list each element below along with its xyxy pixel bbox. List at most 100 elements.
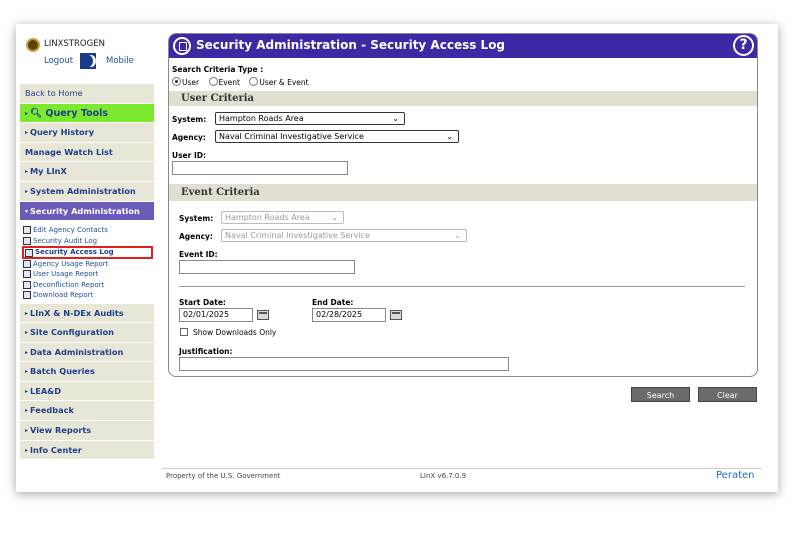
start-date-label: Start Date: — [179, 298, 226, 307]
radio-user-label: User — [182, 78, 200, 87]
event-system-label: System: — [179, 214, 214, 223]
end-date-input[interactable]: 02/28/2025 — [312, 308, 386, 322]
nav-info-center-label: Info Center — [30, 444, 82, 455]
sub-download-report[interactable]: Download Report — [22, 290, 154, 300]
nav-data-admin[interactable]: ▸ Data Administration — [20, 342, 154, 363]
nav-view-reports[interactable]: ▸ View Reports — [20, 421, 154, 441]
show-downloads-checkbox[interactable] — [180, 328, 188, 336]
user-criteria-header: User Criteria — [169, 91, 757, 106]
nav-query-tools[interactable]: ▸ 🔍︎ Query Tools — [20, 103, 154, 124]
calendar-icon[interactable] — [257, 310, 269, 320]
event-system-select: Hampton Roads Area ⌄ — [221, 211, 344, 224]
triangle-icon: ▸ — [25, 309, 29, 317]
sidebar: LINXSTROGEN Logout Mobile Back to Home ▸… — [20, 30, 154, 488]
clear-button[interactable]: Clear — [698, 387, 757, 402]
nav-lead[interactable]: ▸ LEA&D — [20, 381, 154, 402]
sub-security-audit-log[interactable]: Security Audit Log — [22, 236, 154, 246]
divider — [179, 286, 745, 287]
search-type-radios: User Event User & Event — [172, 77, 316, 87]
calendar-icon[interactable] — [390, 310, 402, 320]
search-type-label: Search Criteria Type : — [172, 65, 264, 74]
nav-my-linx-label: My LInX — [30, 166, 67, 177]
radio-user[interactable] — [172, 77, 181, 86]
event-agency-label: Agency: — [179, 232, 213, 241]
triangle-icon: ▸ — [25, 387, 29, 395]
triangle-icon: ▸ — [25, 368, 29, 376]
radio-user-event[interactable] — [249, 77, 259, 86]
nav-linx-audits[interactable]: ▸ LInX & N-DEx Audits — [20, 303, 154, 324]
nav-site-config-label: Site Configuration — [30, 327, 114, 338]
report-icon — [23, 291, 31, 300]
chevron-down-icon: ⌄ — [331, 213, 338, 222]
sub-edit-agency-contacts[interactable]: Edit Agency Contacts — [22, 225, 154, 235]
sub-agency-usage-report[interactable]: Agency Usage Report — [22, 259, 154, 269]
triangle-icon: ▸ — [25, 348, 29, 356]
nav-my-linx[interactable]: ▸ My LInX — [20, 162, 154, 182]
nav-back-home[interactable]: Back to Home — [20, 84, 154, 104]
agency-select[interactable]: Naval Criminal Investigative Service ⌄ — [215, 130, 459, 143]
sub-label: Edit Agency Contacts — [33, 226, 108, 235]
chevron-down-icon: ⌄ — [392, 114, 399, 123]
nav-linx-audits-label: LInX & N-DEx Audits — [30, 307, 124, 318]
radio-event[interactable] — [208, 77, 218, 86]
nav-info-center[interactable]: ▸ Info Center — [20, 440, 154, 461]
start-date-input[interactable]: 02/01/2025 — [179, 308, 253, 322]
report-icon — [23, 270, 31, 279]
chevron-down-icon: ⌄ — [446, 132, 453, 141]
footer-property: Property of the U.S. Government — [166, 472, 281, 480]
triangle-icon: ▸ — [25, 329, 29, 337]
nav-security-admin[interactable]: ▾ Security Administration — [20, 201, 154, 222]
nav-watch-list[interactable]: Manage Watch List — [20, 142, 154, 163]
triangle-icon: ▸ — [25, 187, 29, 195]
sub-label: Security Access Log — [35, 247, 114, 256]
system-select[interactable]: Hampton Roads Area ⌄ — [215, 112, 405, 125]
help-icon[interactable]: ? — [733, 35, 754, 56]
start-date-value: 02/01/2025 — [183, 310, 230, 319]
radio-event-label: Event — [218, 78, 241, 87]
logout-link[interactable]: Logout — [44, 56, 73, 66]
nav-feedback[interactable]: ▸ Feedback — [20, 401, 154, 422]
nav-batch-queries[interactable]: ▸ Batch Queries — [20, 362, 154, 382]
justification-input[interactable] — [179, 357, 509, 371]
sub-deconfliction-report[interactable]: Deconfliction Report — [22, 280, 154, 290]
document-icon — [25, 248, 33, 257]
brand-name: LINXSTROGEN — [44, 39, 105, 49]
nav-site-config[interactable]: ▸ Site Configuration — [20, 323, 154, 343]
nav-query-tools-label: Query Tools — [45, 107, 109, 119]
end-date-label: End Date: — [312, 298, 354, 307]
chevron-down-icon: ⌄ — [454, 231, 461, 240]
security-admin-submenu: Edit Agency Contacts Security Audit Log … — [20, 221, 154, 304]
sub-label: Download Report — [33, 291, 94, 300]
triangle-icon: ▸ — [25, 168, 29, 176]
sub-label: User Usage Report — [33, 270, 99, 279]
nav-batch-queries-label: Batch Queries — [30, 366, 95, 377]
nav-system-admin-label: System Administration — [30, 185, 136, 196]
document-icon — [23, 236, 31, 245]
nav-system-admin[interactable]: ▸ System Administration — [20, 181, 154, 202]
event-id-input[interactable] — [179, 260, 355, 274]
page-title: Security Administration - Security Acces… — [196, 38, 506, 52]
user-id-input[interactable] — [172, 161, 348, 175]
triangle-icon: ▸ — [25, 427, 29, 435]
system-label: System: — [172, 115, 207, 124]
nav-query-history[interactable]: ▸ Query History — [20, 123, 154, 143]
mobile-icon[interactable] — [80, 53, 96, 69]
mobile-link[interactable]: Mobile — [106, 56, 134, 66]
search-button[interactable]: Search — [631, 387, 690, 402]
panel-header: Security Administration - Security Acces… — [169, 34, 757, 58]
nav-query-history-label: Query History — [30, 127, 95, 138]
sub-label: Agency Usage Report — [33, 259, 109, 268]
agency-badge-icon — [26, 38, 40, 52]
triangle-icon: ▸ — [25, 407, 29, 415]
agency-label: Agency: — [172, 133, 206, 142]
footer-version: LInX v6.7.0.9 — [420, 472, 467, 480]
sub-security-access-log[interactable]: Security Access Log — [22, 245, 153, 259]
event-system-value: Hampton Roads Area — [225, 213, 310, 222]
sub-user-usage-report[interactable]: User Usage Report — [22, 269, 154, 279]
footer-divider — [162, 468, 762, 469]
triangle-icon: ▸ — [25, 109, 29, 117]
nav-lead-label: LEA&D — [30, 385, 62, 396]
triangle-down-icon: ▾ — [25, 207, 29, 215]
event-agency-select: Naval Criminal Investigative Service ⌄ — [221, 229, 467, 242]
sub-label: Security Audit Log — [33, 236, 98, 245]
